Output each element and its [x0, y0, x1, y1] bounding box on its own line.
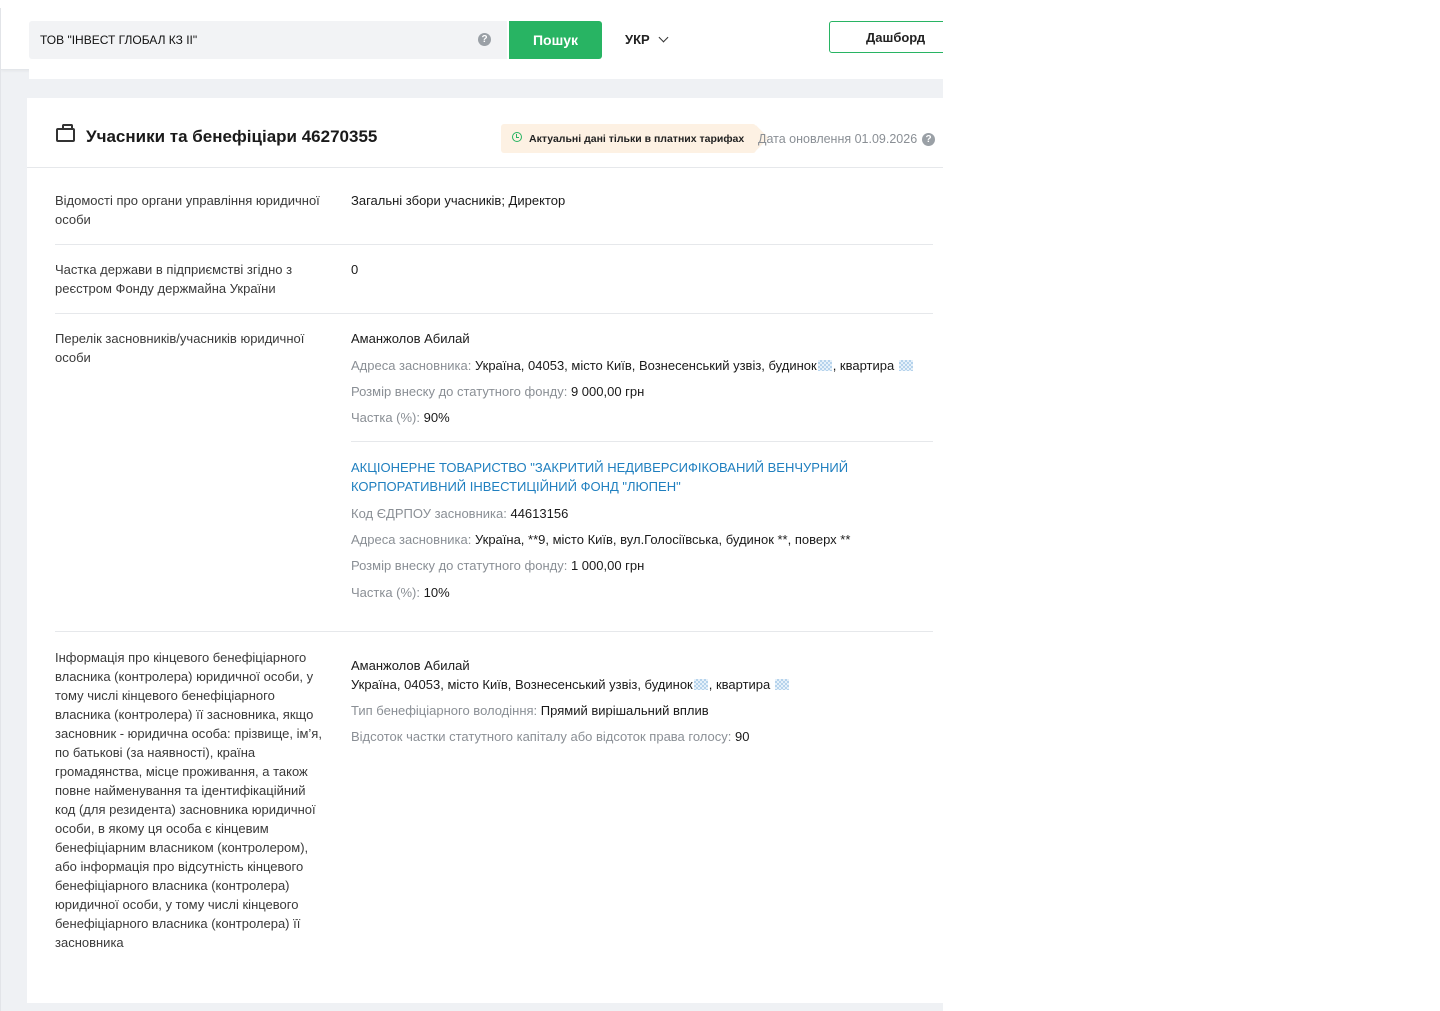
founder-contribution: Розмір внеску до статутного фонду: 9 000… [351, 384, 645, 399]
card-header: Учасники та бенефіціари 46270355 Актуаль… [27, 98, 943, 168]
header-strip [29, 69, 943, 79]
search-button[interactable]: Пошук [509, 21, 602, 59]
help-icon[interactable]: ? [922, 133, 935, 146]
briefcase-icon [56, 124, 75, 142]
row-beneficiary: Інформація про кінцевого бенефіціарного … [55, 648, 933, 988]
founder-contribution: Розмір внеску до статутного фонду: 1 000… [351, 558, 645, 573]
search-header: ? Пошук УКР Дашборд [1, 8, 943, 70]
row-label: Відомості про органи управління юридично… [55, 193, 320, 227]
search-input[interactable] [29, 21, 469, 59]
card-title: Учасники та бенефіціари 46270355 [86, 127, 378, 146]
beneficiary-details: Аманжолов Абилай Україна, 04053, місто К… [351, 656, 941, 756]
founder-address: Адреса засновника: Україна, 04053, місто… [351, 356, 914, 375]
chevron-down-icon [658, 32, 669, 43]
row-value: Загальні збори учасників; Директор [351, 193, 566, 208]
page-frame: ? Пошук УКР Дашборд Учасники та бенефіці… [0, 8, 943, 1011]
help-icon[interactable]: ? [478, 33, 491, 46]
founder-company-link[interactable]: АКЦІОНЕРНЕ ТОВАРИСТВО "ЗАКРИТИЙ НЕДИВЕРС… [351, 458, 851, 496]
founder-divider [351, 441, 933, 442]
row-state-share: Частка держави в підприємстві згідно з р… [55, 260, 933, 314]
beneficiary-address: Україна, 04053, місто Київ, Вознесенськи… [351, 675, 790, 694]
masked-value [817, 360, 832, 371]
row-founders: Перелік засновників/учасників юридичної … [55, 329, 933, 632]
founder-name: Аманжолов Абилай [351, 331, 470, 346]
founder-share: Частка (%): 90% [351, 410, 450, 425]
beneficiary-percent: Відсоток частки статутного капіталу або … [351, 729, 750, 744]
row-governance: Відомості про органи управління юридично… [55, 191, 933, 245]
notice-text: Актуальні дані тільки в платних тарифах [529, 132, 745, 145]
row-label: Частка держави в підприємстві згідно з р… [55, 262, 293, 296]
row-value: 0 [351, 262, 359, 277]
row-label: Перелік засновників/учасників юридичної … [55, 331, 305, 365]
row-label: Інформація про кінцевого бенефіціарного … [55, 650, 322, 950]
founder-code: Код ЄДРПОУ засновника: 44613156 [351, 506, 569, 521]
dashboard-button[interactable]: Дашборд [829, 21, 943, 53]
founder-address: Адреса засновника: Україна, **9, місто К… [351, 532, 851, 547]
update-date: Дата оновлення 01.09.2026 [758, 132, 918, 146]
language-selector[interactable]: УКР [625, 32, 669, 47]
founder-company-details: Код ЄДРПОУ засновника: 44613156 Адреса з… [351, 504, 941, 624]
search-box: ? [29, 21, 507, 59]
language-label: УКР [625, 32, 650, 47]
masked-value [774, 679, 789, 690]
masked-value [898, 360, 913, 371]
masked-value [693, 679, 708, 690]
founder-share: Частка (%): 10% [351, 585, 450, 600]
paid-tariff-notice[interactable]: Актуальні дані тільки в платних тарифах [501, 124, 757, 153]
participants-card: Учасники та бенефіціари 46270355 Актуаль… [27, 98, 943, 1003]
clock-icon [512, 132, 522, 142]
beneficiary-type: Тип бенефіціарного володіння: Прямий вир… [351, 703, 709, 718]
beneficiary-name: Аманжолов Абилай [351, 658, 470, 673]
